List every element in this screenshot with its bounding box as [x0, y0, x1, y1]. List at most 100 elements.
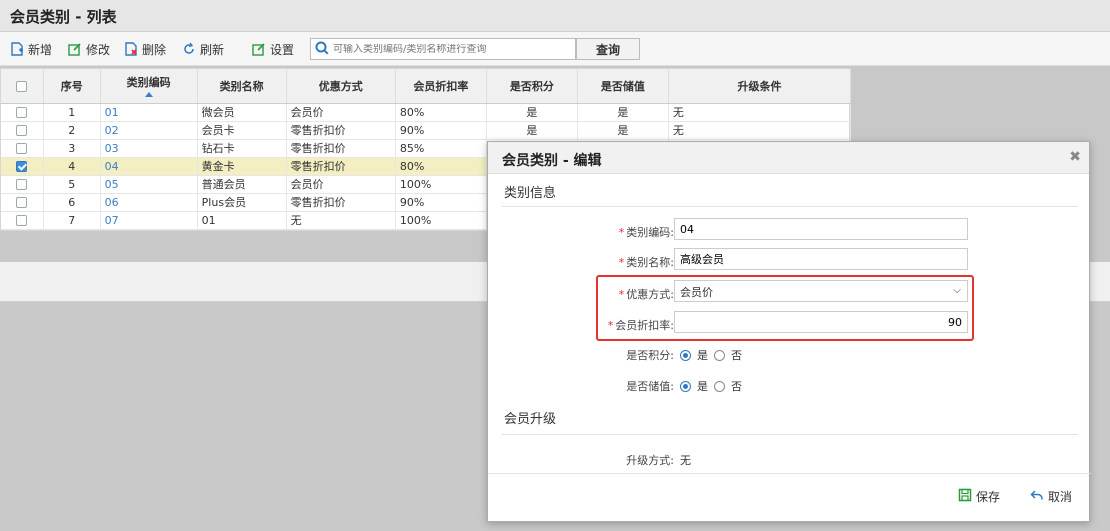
- search-box[interactable]: [310, 38, 576, 60]
- row-select-cell[interactable]: [1, 193, 44, 212]
- add-button[interactable]: 新增: [10, 40, 52, 58]
- search-input[interactable]: [333, 43, 573, 55]
- select-all-header[interactable]: [1, 69, 44, 104]
- row-code: 07: [100, 211, 198, 230]
- dialog-footer: 保存 取消: [488, 473, 1091, 521]
- save-button[interactable]: 保存: [958, 488, 1000, 505]
- col-header-code[interactable]: 类别编码: [100, 69, 198, 104]
- edit-button[interactable]: 修改: [68, 40, 110, 58]
- row-checkbox[interactable]: [16, 197, 28, 208]
- row-code: 05: [100, 175, 198, 194]
- query-button[interactable]: 查询: [576, 38, 640, 60]
- refresh-label: 刷新: [200, 42, 225, 57]
- code-label: * 类别编码:: [488, 224, 674, 240]
- close-icon[interactable]: ✖: [1069, 149, 1081, 165]
- row-select-cell[interactable]: [1, 211, 44, 230]
- stored-no-radio[interactable]: [714, 380, 725, 392]
- row-mode: 零售折扣价: [286, 139, 396, 158]
- row-stored: 是: [577, 121, 669, 140]
- col-header-no: 序号: [43, 69, 101, 104]
- delete-icon: [124, 42, 138, 56]
- row-checkbox[interactable]: [16, 161, 28, 172]
- stored-radio-group: 是 否: [680, 378, 742, 394]
- cancel-button[interactable]: 取消: [1030, 488, 1072, 505]
- row-rate: 80%: [395, 103, 487, 122]
- row-select-cell[interactable]: [1, 175, 44, 194]
- row-rate: 90%: [395, 121, 487, 140]
- points-yes-radio[interactable]: [680, 349, 691, 361]
- row-name: 黄金卡: [197, 157, 287, 176]
- row-checkbox[interactable]: [16, 215, 28, 226]
- edit-dialog: 会员类别 - 编辑 ✖ 类别信息 *类别编码: *类别名称: *优惠方式: 会员…: [487, 141, 1091, 522]
- table-row[interactable]: 2 02 会员卡 零售折扣价 90% 是是无: [1, 121, 852, 140]
- row-no: 1: [43, 103, 101, 122]
- row-select-cell[interactable]: [1, 139, 44, 158]
- row-select-cell[interactable]: [1, 157, 44, 176]
- row-select-cell[interactable]: [1, 103, 44, 122]
- points-yes-label: 是: [697, 349, 708, 362]
- code-field[interactable]: [674, 218, 968, 240]
- stored-yes-radio[interactable]: [680, 380, 691, 392]
- col-header-upgrade: 升级条件: [668, 69, 852, 104]
- row-no: 2: [43, 121, 101, 140]
- settings-button[interactable]: 设置: [252, 40, 294, 58]
- row-points: 是: [486, 121, 578, 140]
- row-name: 会员卡: [197, 121, 287, 140]
- points-label: 是否积分:: [626, 349, 674, 362]
- row-points: 是: [486, 103, 578, 122]
- row-code: 01: [100, 103, 198, 122]
- col-header-rate: 会员折扣率: [395, 69, 487, 104]
- sort-asc-icon: [144, 92, 153, 98]
- save-icon: [958, 488, 972, 505]
- highlight-box: [596, 275, 974, 341]
- row-mode: 零售折扣价: [286, 193, 396, 212]
- row-no: 3: [43, 139, 101, 158]
- divider: [502, 206, 1078, 207]
- page-title: 会员类别 - 列表: [10, 8, 117, 26]
- points-no-label: 否: [731, 349, 742, 362]
- row-code: 06: [100, 193, 198, 212]
- points-radio-group: 是 否: [680, 347, 742, 363]
- required-mark: *: [618, 256, 625, 269]
- required-mark: *: [618, 226, 625, 239]
- search-icon: [315, 41, 329, 58]
- name-field[interactable]: [674, 248, 968, 270]
- stored-no-label: 否: [731, 380, 742, 393]
- row-select-cell[interactable]: [1, 121, 44, 140]
- upgrade-value: 无: [680, 454, 691, 467]
- title-bar: 会员类别 - 列表: [0, 0, 1110, 32]
- edit-icon: [68, 42, 82, 56]
- row-checkbox[interactable]: [16, 179, 28, 190]
- refresh-button[interactable]: 刷新: [182, 40, 224, 58]
- name-label: * 类别名称:: [488, 254, 674, 270]
- row-no: 5: [43, 175, 101, 194]
- row-mode: 会员价: [286, 175, 396, 194]
- points-no-radio[interactable]: [714, 349, 725, 361]
- row-name: 钻石卡: [197, 139, 287, 158]
- row-no: 4: [43, 157, 101, 176]
- save-label: 保存: [976, 490, 1001, 504]
- row-code: 04: [100, 157, 198, 176]
- table-row[interactable]: 1 01 微会员 会员价 80% 是是无: [1, 103, 852, 122]
- row-rate: 100%: [395, 211, 487, 230]
- row-rate: 100%: [395, 175, 487, 194]
- dialog-title: 会员类别 - 编辑: [502, 153, 602, 169]
- row-checkbox[interactable]: [16, 125, 28, 136]
- row-stored: 是: [577, 103, 669, 122]
- row-code: 03: [100, 139, 198, 158]
- col-header-points: 是否积分: [486, 69, 578, 104]
- refresh-icon: [182, 42, 196, 56]
- add-icon: [10, 42, 24, 56]
- row-name: 01: [197, 211, 287, 230]
- select-all-checkbox[interactable]: [16, 80, 28, 92]
- divider: [502, 434, 1078, 435]
- delete-button[interactable]: 删除: [124, 40, 166, 58]
- name-label-text: 类别名称:: [626, 256, 674, 269]
- row-checkbox[interactable]: [16, 143, 28, 154]
- edit-label: 修改: [86, 42, 111, 57]
- row-name: 普通会员: [197, 175, 287, 194]
- stored-label: 是否储值:: [626, 380, 674, 393]
- section-upgrade: 会员升级: [504, 412, 557, 427]
- col-header-stored: 是否储值: [577, 69, 669, 104]
- row-checkbox[interactable]: [16, 107, 28, 118]
